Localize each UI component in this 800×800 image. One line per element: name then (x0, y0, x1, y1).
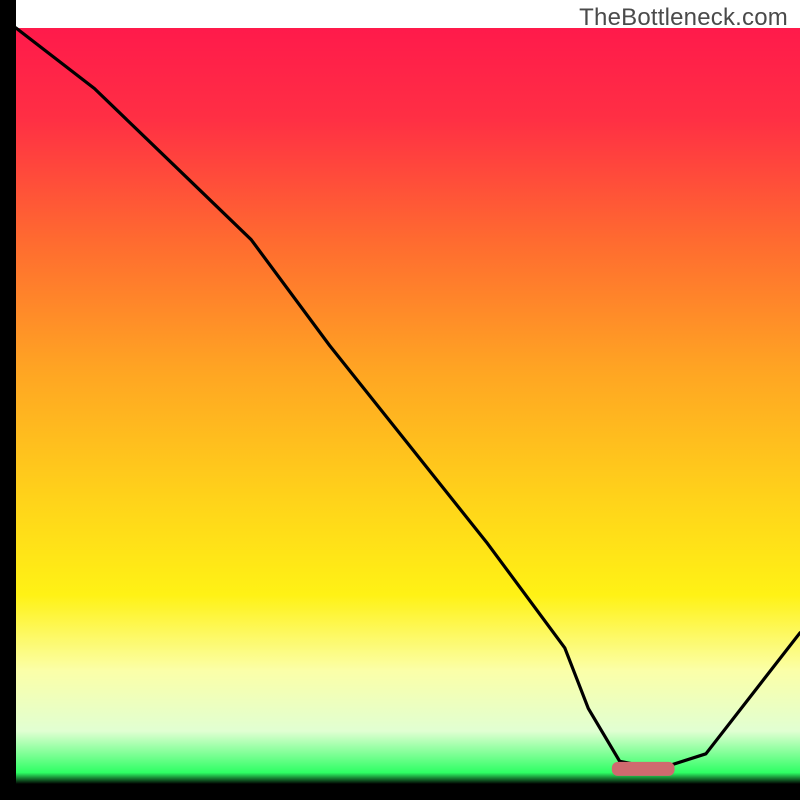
chart-frame: TheBottleneck.com (0, 0, 800, 800)
watermark-text: TheBottleneck.com (579, 4, 788, 32)
bottleneck-chart (0, 0, 800, 800)
optimal-range-marker (612, 762, 675, 776)
y-axis (0, 0, 16, 800)
x-axis (0, 784, 800, 800)
plot-background (16, 28, 800, 784)
